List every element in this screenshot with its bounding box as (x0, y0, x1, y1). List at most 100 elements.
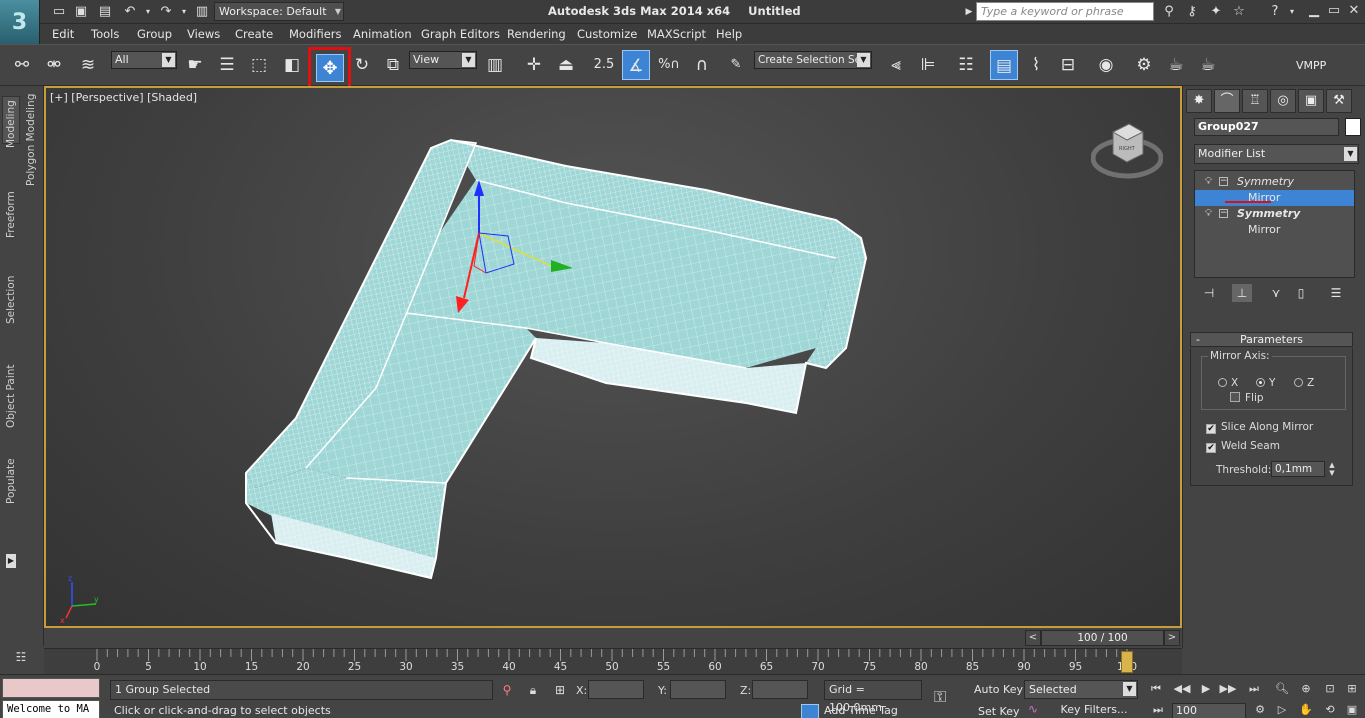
menu-rendering[interactable]: Rendering (507, 27, 566, 41)
viewcube[interactable]: RIGHT (1090, 118, 1164, 182)
set-keys-icon[interactable]: ⚿ (934, 687, 946, 707)
key-mode-toggle-icon[interactable]: ⏭ (1148, 701, 1168, 718)
add-time-tag[interactable]: Add Time Tag (824, 704, 898, 717)
ribbon-tab-polygon-modeling[interactable]: Polygon Modeling (25, 94, 37, 186)
next-key-icon[interactable]: ▶▶ (1218, 680, 1238, 698)
previous-frame-icon[interactable]: < (1025, 630, 1041, 646)
percent-snap-icon[interactable]: %∩ (655, 50, 683, 80)
select-and-scale-icon[interactable]: ⧉ (379, 50, 407, 80)
maxscript-listener-input[interactable] (2, 678, 100, 698)
axis-y-radio[interactable]: Y (1256, 377, 1275, 389)
select-by-name-icon[interactable]: ☰ (213, 50, 241, 80)
menu-views[interactable]: Views (187, 27, 220, 41)
previous-key-icon[interactable]: ◀◀ (1172, 680, 1192, 698)
configure-sets-icon[interactable]: ☰ (1326, 284, 1346, 302)
window-crossing-icon[interactable]: ◧ (278, 50, 306, 80)
current-time-marker[interactable] (1121, 651, 1133, 673)
make-unique-icon[interactable]: ⋎ (1266, 284, 1286, 302)
key-filters-button[interactable]: Key Filters... (1050, 702, 1138, 718)
isolate-selection-icon[interactable]: ⚲ (498, 681, 516, 699)
zoom-all-icon[interactable]: ⊕ (1296, 680, 1316, 698)
orbit-icon[interactable]: ⟲ (1320, 701, 1340, 718)
named-selection-dropdown[interactable]: Create Selection Set ▼ (754, 51, 872, 69)
ribbon-collapse-icon[interactable]: ▶ (6, 554, 16, 568)
save-icon[interactable]: ▤ (96, 3, 114, 21)
material-editor-icon[interactable]: ◉ (1092, 50, 1120, 80)
open-folder-icon[interactable]: ▣ (72, 3, 90, 21)
render-production-icon[interactable]: ☕ (1194, 50, 1222, 80)
keyboard-shortcut-override-icon[interactable]: ⏏ (552, 50, 580, 80)
menu-animation[interactable]: Animation (353, 27, 412, 41)
snaps-toggle-icon[interactable]: 2.5 (590, 50, 618, 80)
favorites-star-icon[interactable]: ☆ (1230, 3, 1248, 21)
object-color-swatch[interactable] (1345, 118, 1361, 136)
pivot-center-icon[interactable]: ▥ (481, 50, 509, 80)
selection-lock-icon[interactable]: 🔒︎ (524, 681, 542, 699)
modify-tab-icon[interactable]: ⌒ (1214, 89, 1240, 113)
menu-customize[interactable]: Customize (577, 27, 637, 41)
stack-subobject-mirror-2[interactable]: Mirror (1195, 222, 1354, 238)
collapse-icon[interactable]: − (1219, 209, 1228, 218)
redo-dropdown-icon[interactable]: ▾ (175, 3, 193, 21)
z-coord-input[interactable] (752, 680, 808, 699)
time-slider[interactable]: < 100 / 100 > (1025, 630, 1180, 646)
show-end-result-icon[interactable]: ⊥ (1232, 284, 1252, 302)
modifier-list-dropdown[interactable]: Modifier List ▼ (1194, 144, 1359, 164)
mirror-icon[interactable]: ⫷ (882, 50, 910, 80)
zoom-extents-icon[interactable]: ⊡ (1320, 680, 1340, 698)
minimize-icon[interactable]: ▁ (1305, 2, 1323, 20)
vmpp-label[interactable]: VMPP (1296, 59, 1326, 72)
key-curve-icon[interactable]: ∿ (1028, 702, 1038, 716)
display-tab-icon[interactable]: ▣ (1298, 89, 1324, 113)
application-button[interactable]: 3 (0, 0, 40, 44)
slice-along-mirror-checkbox[interactable]: ✔ Slice Along Mirror (1206, 421, 1313, 434)
absolute-mode-icon[interactable]: ⊞ (551, 681, 569, 699)
go-to-start-icon[interactable]: ⏮ (1146, 680, 1166, 698)
next-frame-icon[interactable]: > (1164, 630, 1180, 646)
maximize-viewport-icon[interactable]: ▣ (1342, 701, 1362, 718)
play-icon[interactable]: ▶ (1196, 680, 1216, 698)
lightbulb-icon[interactable]: 💡︎ (1205, 206, 1212, 222)
ribbon-tab-selection[interactable]: Selection (5, 276, 17, 324)
remove-modifier-icon[interactable]: ▯ (1291, 284, 1311, 302)
rectangular-selection-icon[interactable]: ⬚ (245, 50, 273, 80)
zoom-extents-all-icon[interactable]: ⊞ (1342, 680, 1362, 698)
menu-graph-editors[interactable]: Graph Editors (421, 27, 500, 41)
flip-checkbox[interactable]: Flip (1230, 392, 1264, 404)
select-manipulate-icon[interactable]: ✛ (520, 50, 548, 80)
rendered-frame-window-icon[interactable]: ☕ (1162, 50, 1190, 80)
key-person-icon[interactable]: ⚷ (1183, 3, 1201, 21)
stack-subobject-mirror[interactable]: Mirror (1195, 190, 1354, 206)
ribbon-tab-object-paint[interactable]: Object Paint (5, 364, 17, 428)
menu-modifiers[interactable]: Modifiers (289, 27, 342, 41)
search-input[interactable]: Type a keyword or phrase (976, 2, 1154, 21)
menu-help[interactable]: Help (716, 27, 742, 41)
angle-snap-icon[interactable]: ∡ (622, 50, 650, 80)
threshold-input[interactable]: 0,1mm (1271, 461, 1325, 477)
manage-layers-icon[interactable]: ☷ (952, 50, 980, 80)
redo-icon[interactable]: ↷ (157, 3, 175, 21)
maximize-icon[interactable]: ▭ (1325, 2, 1343, 20)
connect-icon[interactable]: ✦ (1207, 3, 1225, 21)
reference-coordinate-dropdown[interactable]: View ▼ (409, 51, 477, 69)
create-tab-icon[interactable]: ✸ (1186, 89, 1212, 113)
selection-filter-dropdown[interactable]: All ▼ (111, 51, 177, 69)
menu-edit[interactable]: Edit (52, 27, 74, 41)
help-dropdown-icon[interactable]: ▾ (1283, 3, 1301, 21)
menu-tools[interactable]: Tools (91, 27, 119, 41)
menu-create[interactable]: Create (235, 27, 273, 41)
utilities-tab-icon[interactable]: ⚒ (1326, 89, 1352, 113)
help-icon[interactable]: ? (1266, 3, 1284, 21)
x-coord-input[interactable] (588, 680, 644, 699)
go-to-end-icon[interactable]: ⏭ (1244, 680, 1264, 698)
close-icon[interactable]: ✕ (1345, 2, 1363, 20)
workspace-dropdown[interactable]: Workspace: Default ▼ (214, 2, 344, 21)
align-icon[interactable]: ⊫ (914, 50, 942, 80)
weld-seam-checkbox[interactable]: ✔ Weld Seam (1206, 440, 1280, 453)
current-frame-input[interactable]: 100 (1172, 703, 1246, 718)
perspective-viewport[interactable]: [+] [Perspective] [Shaded] RIGHT z x y (44, 86, 1182, 628)
mini-curve-editor-icon[interactable]: ☷ (10, 650, 32, 668)
track-bar[interactable]: 0510152025303540455055606570758085909510… (44, 648, 1182, 674)
select-object-icon[interactable]: ☛ (181, 50, 209, 80)
sofa-wireframe[interactable] (46, 88, 1180, 626)
